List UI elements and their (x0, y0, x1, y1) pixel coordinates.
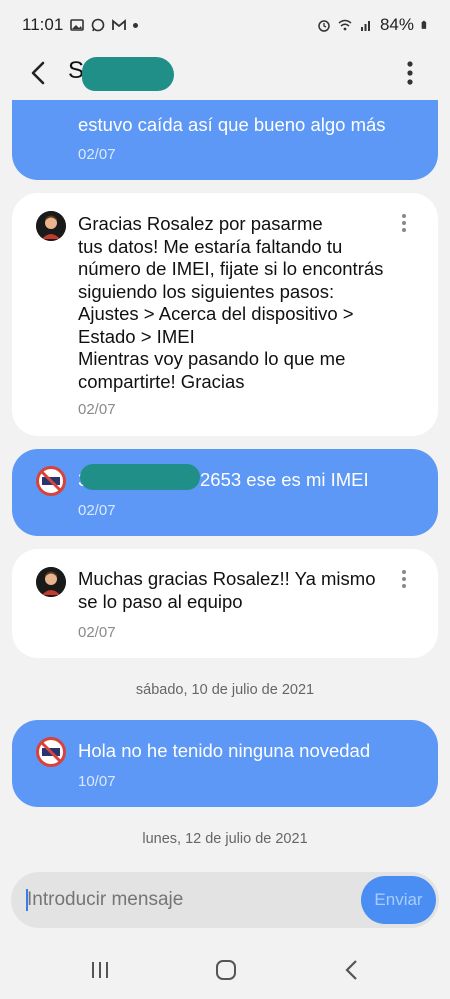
message-text: Hola no he tenido ninguna novedad (78, 740, 371, 761)
home-icon[interactable] (214, 958, 238, 982)
more-vert-icon[interactable] (400, 58, 420, 88)
blocked-glyph (39, 740, 63, 764)
contact-name-redaction (82, 57, 174, 91)
message-date: 10/07 (78, 773, 116, 790)
whatsapp-icon (91, 18, 105, 32)
text-caret (26, 889, 28, 911)
status-bar: 11:01 84% (0, 0, 450, 50)
message-bubble-outgoing[interactable]: estuvo caída así que bueno algo más 02/0… (12, 100, 438, 180)
message-date: 02/07 (78, 146, 116, 163)
imei-redaction (80, 464, 200, 490)
status-right: 84% (317, 15, 430, 35)
wifi-icon (338, 19, 352, 31)
navigation-bar (0, 940, 450, 999)
conversation-header: S (0, 50, 450, 96)
message-input[interactable] (27, 886, 347, 914)
message-more-icon[interactable] (400, 213, 408, 233)
date-separator: sábado, 10 de julio de 2021 (135, 682, 315, 698)
message-text: Gracias Rosalez por pasarme tus datos! M… (78, 213, 384, 392)
status-time: 11:01 (22, 15, 64, 34)
message-bubble-incoming[interactable]: Muchas gracias Rosalez!! Ya mismo se lo … (12, 549, 438, 658)
battery-icon (421, 20, 427, 29)
alarm-icon (318, 20, 330, 32)
recents-icon[interactable] (88, 958, 112, 982)
back-arrow-icon[interactable] (24, 58, 54, 88)
gmail-icon (112, 19, 127, 30)
message-text: 2653 ese es mi IMEI (200, 469, 369, 490)
message-date: 02/07 (78, 624, 116, 641)
message-text: estuvo caída así que bueno algo más (78, 114, 386, 135)
blocked-contact-icon (36, 737, 66, 767)
status-left: 11:01 (22, 15, 139, 35)
message-bubble-incoming[interactable]: Gracias Rosalez por pasarme tus datos! M… (12, 193, 438, 436)
back-icon[interactable] (340, 958, 364, 982)
blocked-glyph (39, 469, 63, 493)
send-button[interactable]: Enviar (361, 876, 436, 924)
message-bubble-outgoing[interactable]: 3 2653 ese es mi IMEI 02/07 (12, 449, 438, 536)
message-bubble-outgoing[interactable]: Hola no he tenido ninguna novedad 10/07 (12, 720, 438, 807)
message-date: 02/07 (78, 502, 116, 519)
avatar-person-icon (36, 211, 66, 241)
message-more-icon[interactable] (400, 569, 408, 589)
avatar[interactable] (36, 211, 66, 241)
image-icon (70, 19, 85, 31)
signal-icon (360, 21, 370, 31)
blocked-contact-icon (36, 466, 66, 496)
message-date: 02/07 (78, 401, 116, 418)
message-text: Muchas gracias Rosalez!! Ya mismo se lo … (78, 568, 376, 612)
date-separator: lunes, 12 de julio de 2021 (142, 831, 308, 847)
dot-icon (133, 22, 139, 28)
avatar-person-icon (36, 567, 66, 597)
avatar[interactable] (36, 567, 66, 597)
battery-percent: 84% (379, 15, 414, 34)
